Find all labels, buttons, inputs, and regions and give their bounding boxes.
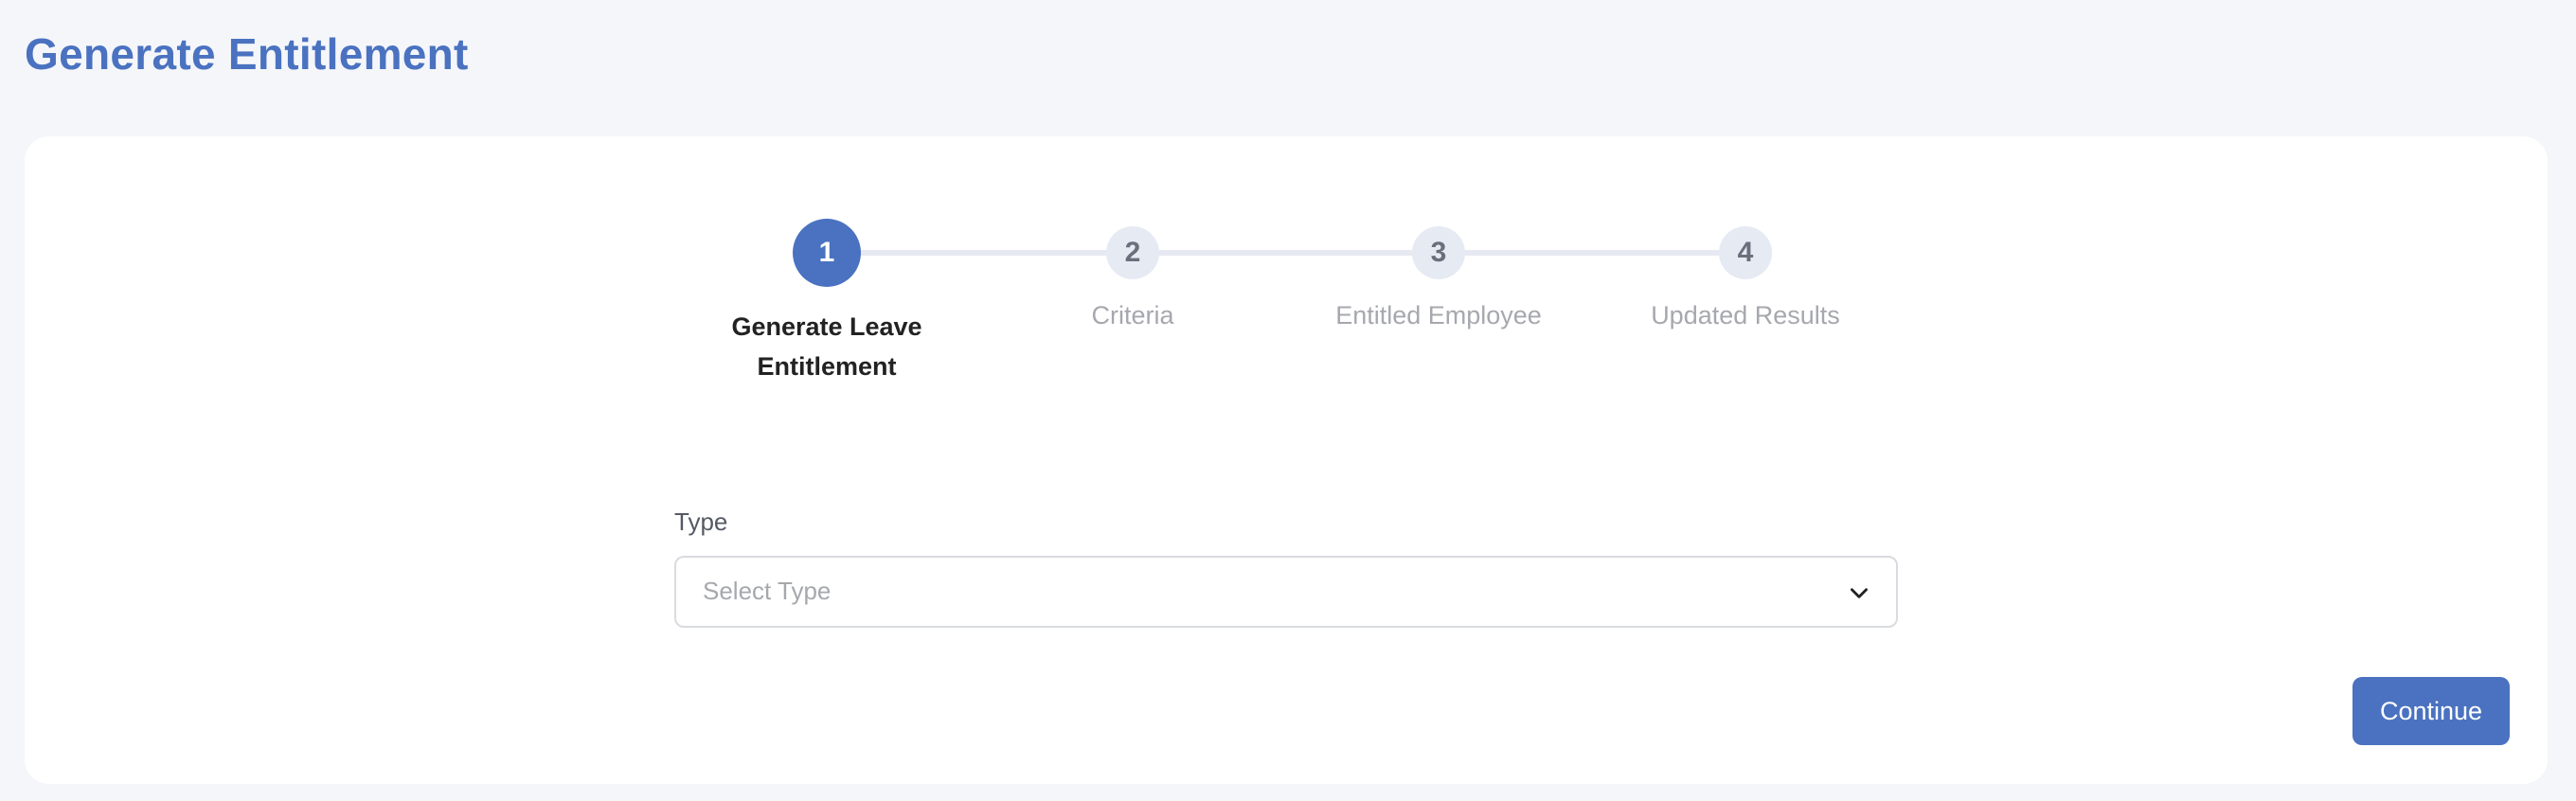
continue-button[interactable]: Continue [2352,677,2510,745]
step-2-label: Criteria [1091,301,1174,329]
type-select[interactable]: Select Type [674,556,1898,628]
type-select-placeholder: Select Type [703,577,832,605]
step-4-label: Updated Results [1651,301,1840,329]
step-4-circle: 4 [1719,226,1772,279]
type-label: Type [674,507,728,536]
step-2-circle: 2 [1106,226,1159,279]
step-1-circle: 1 [793,219,861,287]
page-title: Generate Entitlement [25,29,469,79]
step-3-label: Entitled Employee [1335,301,1542,329]
step-3-circle: 3 [1412,226,1465,279]
step-1-label: Generate Leave Entitlement [731,312,922,381]
chevron-down-icon [1851,588,1868,598]
main-card: 1 Generate Leave Entitlement 2 Criteria … [25,136,2548,784]
stepper-connector [827,250,1745,256]
stepper: 1 Generate Leave Entitlement 2 Criteria … [25,136,2548,420]
